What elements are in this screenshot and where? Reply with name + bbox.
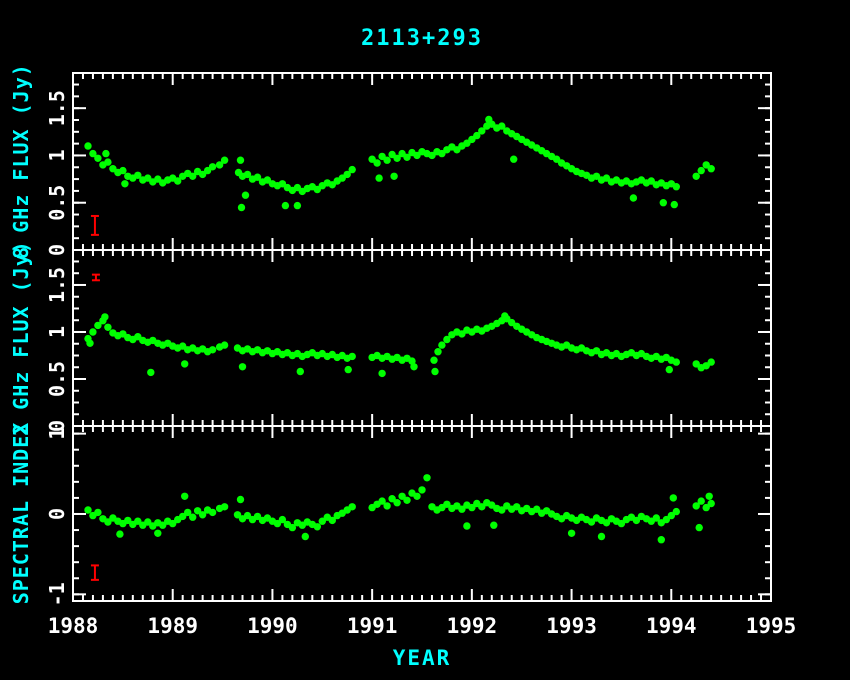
- x-tick-label: 1990: [247, 614, 298, 638]
- panel-2: 00.511.5: [45, 250, 771, 432]
- axis-ticks: [73, 250, 771, 426]
- x-tick-label: 1994: [646, 614, 697, 638]
- panel-3: -1 0 1: [45, 426, 771, 606]
- plot-area: 00.511.500.511.5-10119881989199019911992…: [0, 0, 850, 680]
- x-tick-labels: 1988 1989 1990 1991 1992 1993 1994 1995: [48, 614, 797, 638]
- y-tick-label: 1: [45, 326, 69, 338]
- error-bar: [92, 275, 100, 281]
- x-tick-label: 1988: [48, 614, 99, 638]
- panel-1: 0 0.5 1 1.5: [45, 73, 771, 256]
- scatter-points: [84, 474, 715, 543]
- axis-ticks: [73, 426, 771, 601]
- y-tick-label: 1.5: [45, 90, 69, 126]
- scatter-points: [84, 312, 715, 377]
- x-tick-label: 1989: [147, 614, 198, 638]
- light-curve-figure: 2113+293 8 GHz FLUX (Jy) 2 GHz FLUX (Jy)…: [0, 0, 850, 680]
- x-tick-label: 1991: [347, 614, 398, 638]
- y-tick-label: 1: [45, 149, 69, 161]
- y-tick-label: 0.5: [45, 185, 69, 221]
- x-axis-title-year: YEAR: [73, 646, 771, 670]
- y-tick-label: 0: [45, 508, 69, 520]
- error-bar: [91, 565, 99, 579]
- axis-ticks: [73, 73, 771, 250]
- y-tick-label: 1.5: [45, 267, 69, 303]
- y-tick-label: 0.5: [45, 361, 69, 397]
- scatter-points: [84, 116, 715, 211]
- y-tick-label: 0: [45, 244, 69, 256]
- y-tick-label: -1: [45, 582, 69, 606]
- x-tick-label: 1993: [546, 614, 597, 638]
- error-bar: [91, 216, 99, 235]
- y-tick-label: 1: [45, 428, 69, 440]
- x-tick-label: 1992: [447, 614, 498, 638]
- x-tick-label: 1995: [746, 614, 797, 638]
